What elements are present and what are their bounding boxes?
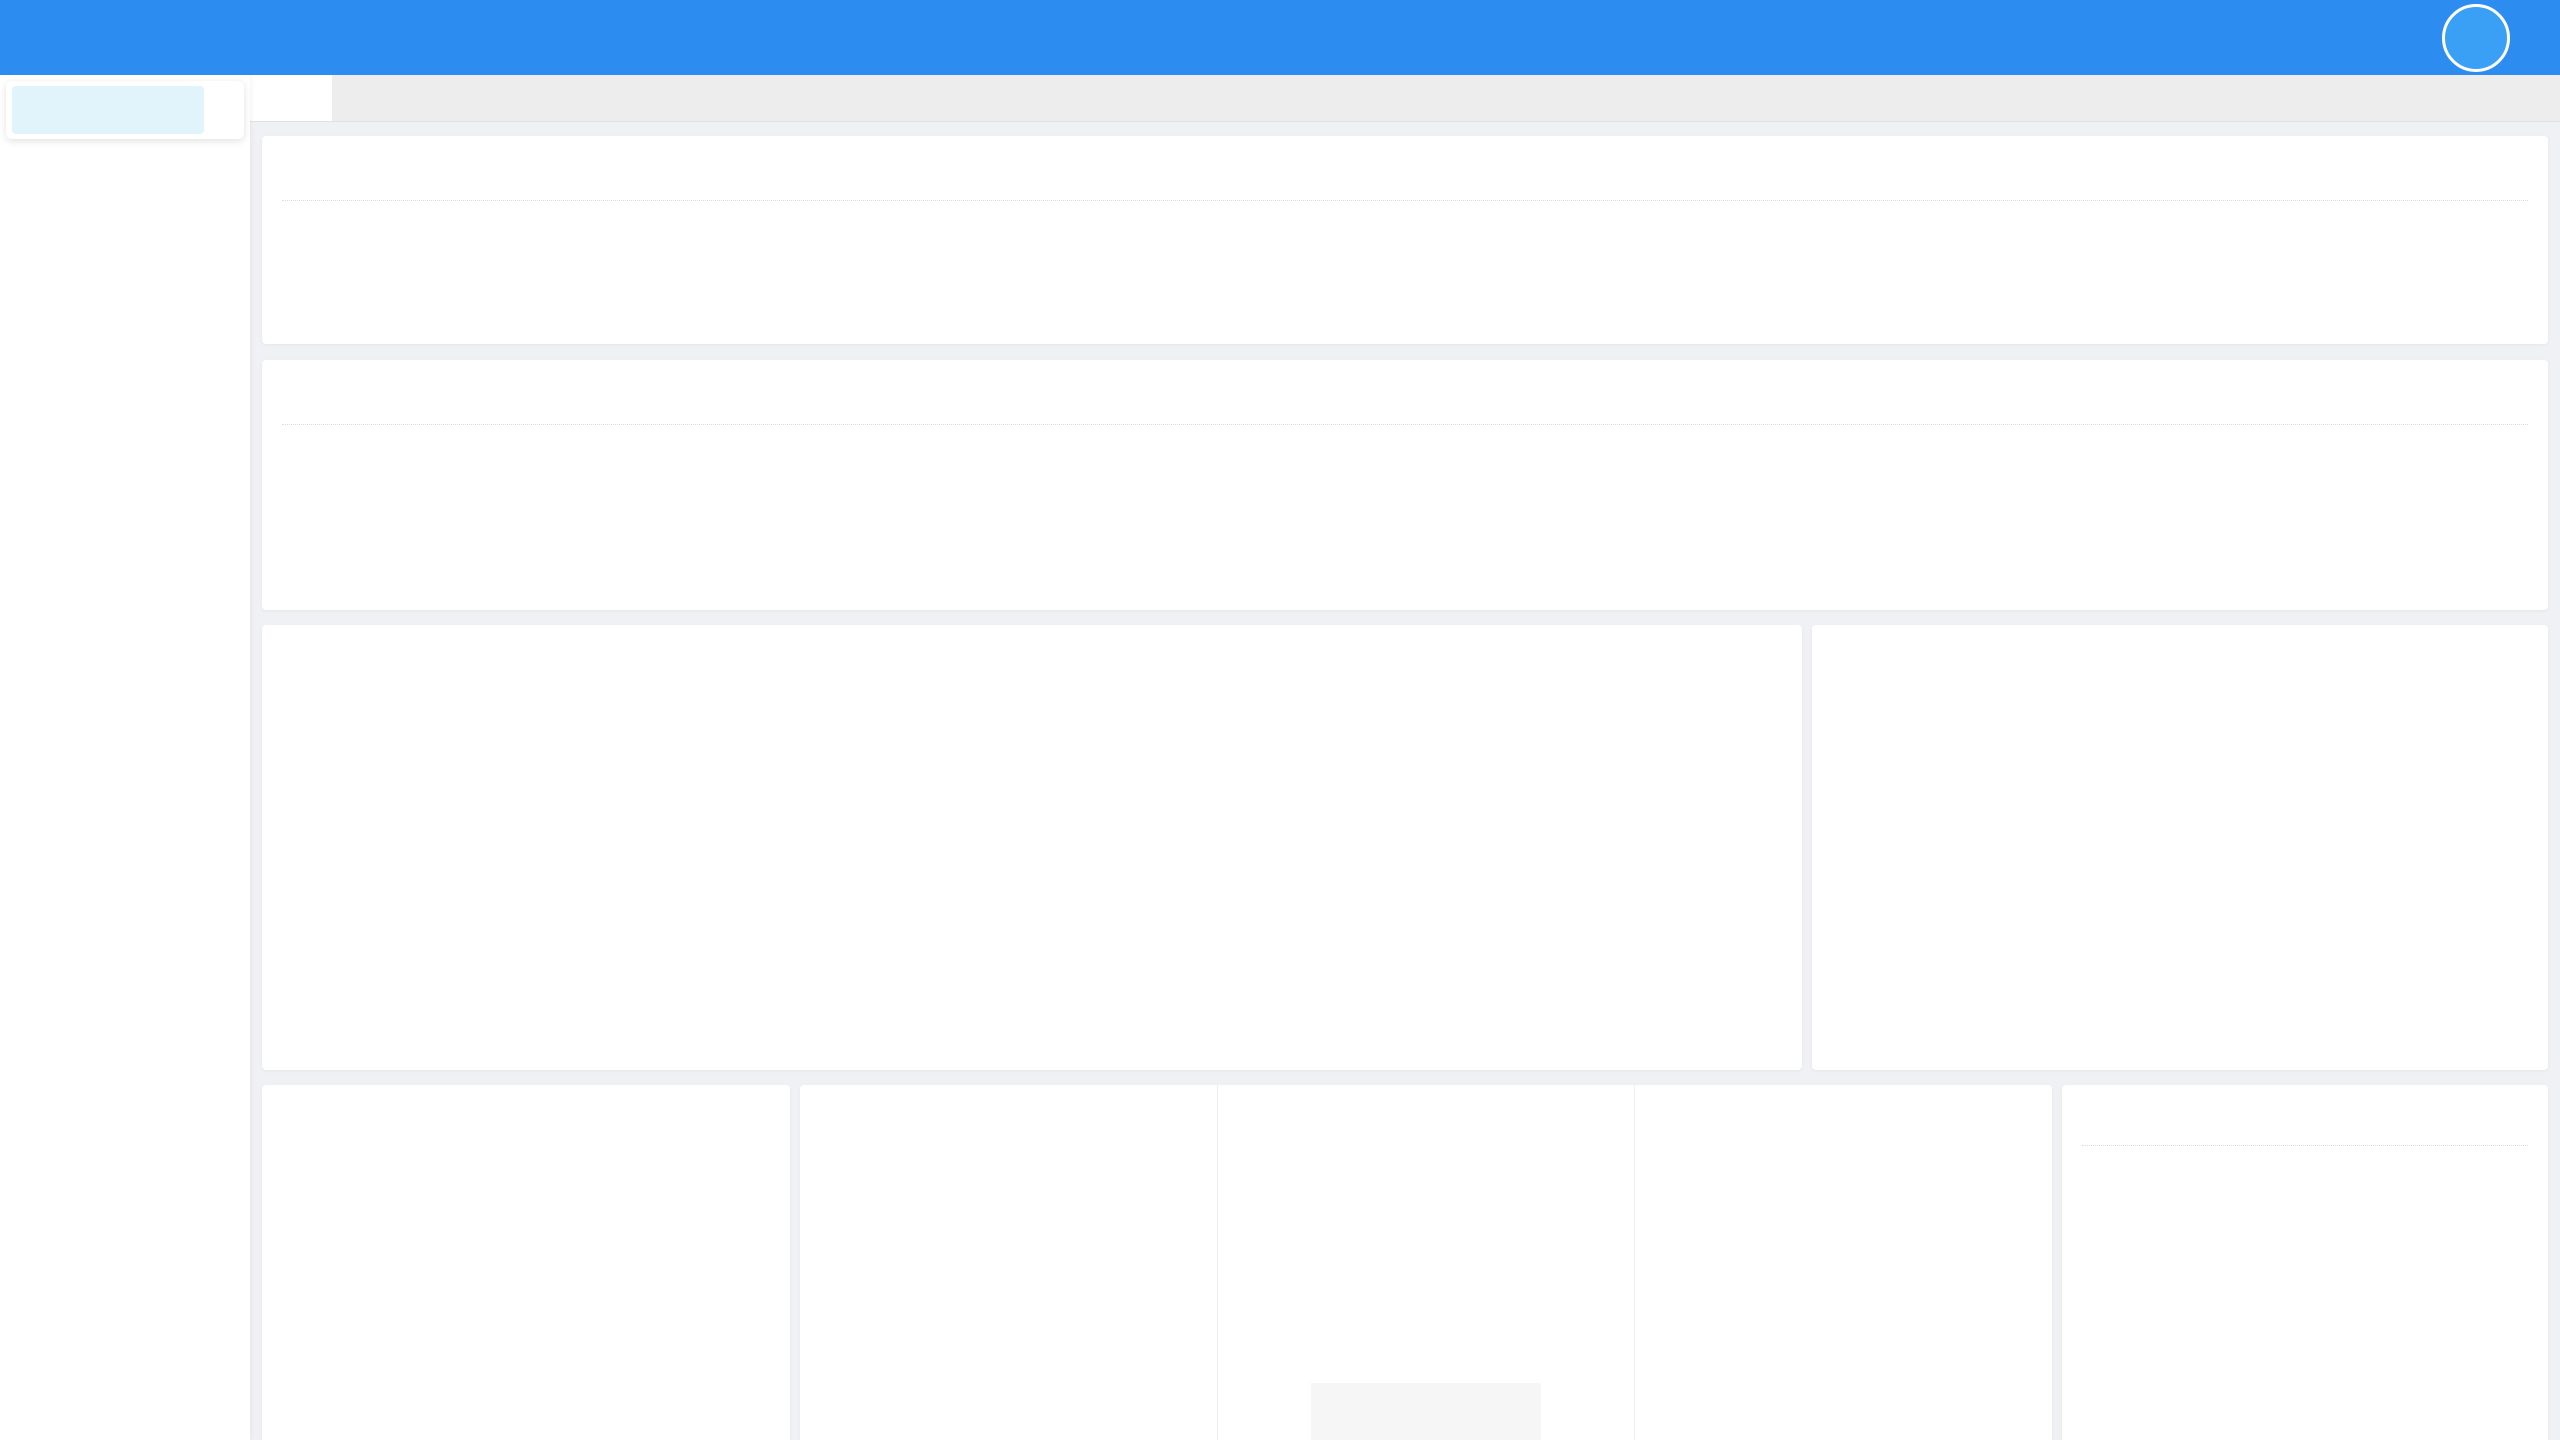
pie-chart-card — [1812, 625, 2548, 1070]
process-info-card — [262, 360, 2548, 610]
discussion-group-section — [1217, 1085, 1635, 1440]
legend-swatch — [972, 643, 1006, 665]
separator — [282, 424, 2528, 425]
bar-chart-legend-item[interactable] — [972, 643, 1016, 665]
contact-qr-code — [923, 1203, 1093, 1373]
select-input[interactable] — [12, 86, 204, 134]
miniprogram-section — [1634, 1085, 2053, 1440]
tab-strip — [250, 75, 2560, 122]
top-navbar — [0, 0, 2560, 75]
user-avatar[interactable] — [2442, 4, 2510, 72]
report-shortcuts-card — [262, 1085, 790, 1440]
bar-chart-card — [262, 625, 1802, 1070]
separator — [2082, 1145, 2528, 1146]
group-qr-code — [1346, 1193, 1506, 1353]
quantity-stats-card — [262, 136, 2548, 344]
navbar-right — [2226, 4, 2524, 72]
tab-home[interactable] — [250, 75, 332, 121]
contact-author-section — [800, 1085, 1217, 1440]
sidebar — [0, 75, 250, 1440]
sidebar-select[interactable] — [6, 81, 244, 139]
bar-plot-area — [390, 699, 1745, 1024]
pie-chart — [2007, 737, 2184, 973]
miniprogram-qr-code — [1739, 1220, 1949, 1430]
imes-dashboard-page — [0, 0, 2560, 1440]
group-info-box — [1311, 1383, 1541, 1440]
qr-codes-card — [800, 1085, 2052, 1440]
separator — [282, 200, 2528, 201]
changelog-card — [2062, 1085, 2548, 1440]
